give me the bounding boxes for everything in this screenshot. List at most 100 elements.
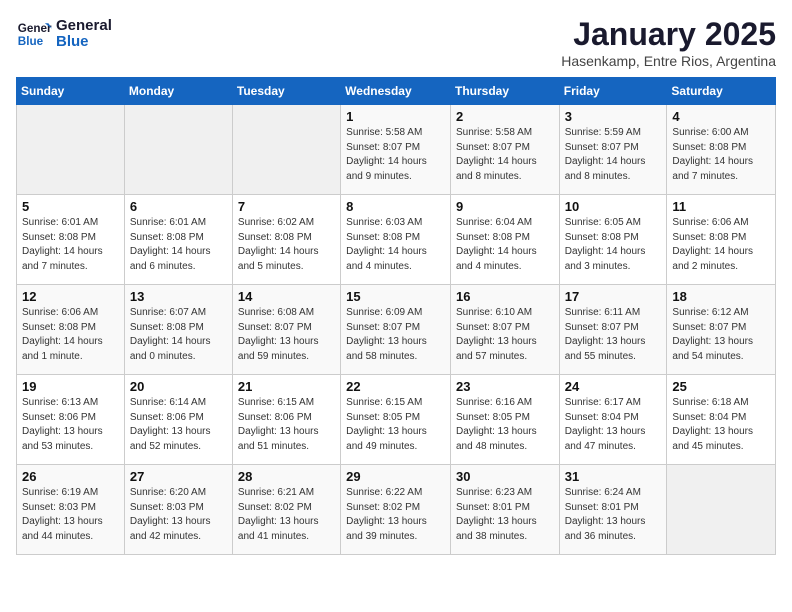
day-info: Sunrise: 6:15 AMSunset: 8:05 PMDaylight:… [346,396,445,454]
day-number: 9 [456,199,554,214]
weekday-header-friday: Friday [559,78,667,105]
day-number: 18 [672,289,770,304]
day-number: 8 [346,199,445,214]
day-number: 3 [565,109,662,124]
weekday-header-wednesday: Wednesday [341,78,451,105]
calendar-cell: 22 Sunrise: 6:15 AMSunset: 8:05 PMDayligh… [341,375,451,465]
calendar-cell: 3 Sunrise: 5:59 AMSunset: 8:07 PMDaylight… [559,105,667,195]
day-info: Sunrise: 6:06 AMSunset: 8:08 PMDaylight:… [22,306,119,364]
day-number: 20 [130,379,227,394]
day-info: Sunrise: 5:59 AMSunset: 8:07 PMDaylight:… [565,126,662,184]
calendar-cell [17,105,125,195]
day-number: 30 [456,469,554,484]
calendar-cell: 23 Sunrise: 6:16 AMSunset: 8:05 PMDayligh… [450,375,559,465]
day-info: Sunrise: 5:58 AMSunset: 8:07 PMDaylight:… [456,126,554,184]
calendar-cell: 17Sunrise: 6:11 AMSunset: 8:07 PMDayligh… [559,285,667,375]
day-number: 1 [346,109,445,124]
day-number: 12 [22,289,119,304]
day-info: Sunrise: 6:10 AMSunset: 8:07 PMDaylight:… [456,306,554,364]
day-info: Sunrise: 6:01 AMSunset: 8:08 PMDaylight:… [130,216,227,274]
calendar-cell: 8 Sunrise: 6:03 AMSunset: 8:08 PMDaylight… [341,195,451,285]
calendar-cell: 21 Sunrise: 6:15 AMSunset: 8:06 PMDayligh… [232,375,340,465]
calendar-cell: 31Sunrise: 6:24 AMSunset: 8:01 PMDayligh… [559,465,667,555]
weekday-header-thursday: Thursday [450,78,559,105]
calendar-cell: 16 Sunrise: 6:10 AMSunset: 8:07 PMDayligh… [450,285,559,375]
day-info: Sunrise: 6:00 AMSunset: 8:08 PMDaylight:… [672,126,770,184]
day-number: 15 [346,289,445,304]
weekday-row: SundayMondayTuesdayWednesdayThursdayFrid… [17,78,776,105]
day-number: 7 [238,199,335,214]
calendar-cell: 1 Sunrise: 5:58 AMSunset: 8:07 PMDaylight… [341,105,451,195]
calendar-cell: 2 Sunrise: 5:58 AMSunset: 8:07 PMDaylight… [450,105,559,195]
day-number: 27 [130,469,227,484]
calendar-cell: 26Sunrise: 6:19 AMSunset: 8:03 PMDayligh… [17,465,125,555]
weekday-header-monday: Monday [124,78,232,105]
day-info: Sunrise: 6:03 AMSunset: 8:08 PMDaylight:… [346,216,445,274]
day-number: 4 [672,109,770,124]
day-number: 14 [238,289,335,304]
day-info: Sunrise: 6:12 AMSunset: 8:07 PMDaylight:… [672,306,770,364]
day-info: Sunrise: 6:18 AMSunset: 8:04 PMDaylight:… [672,396,770,454]
day-number: 13 [130,289,227,304]
weekday-header-sunday: Sunday [17,78,125,105]
calendar-week-4: 19 Sunrise: 6:13 AMSunset: 8:06 PMDayligh… [17,375,776,465]
logo-icon: General Blue [16,16,52,52]
calendar-cell [124,105,232,195]
calendar-cell [667,465,776,555]
calendar-cell: 25 Sunrise: 6:18 AMSunset: 8:04 PMDayligh… [667,375,776,465]
day-number: 26 [22,469,119,484]
calendar-cell: 12 Sunrise: 6:06 AMSunset: 8:08 PMDayligh… [17,285,125,375]
calendar-cell: 28Sunrise: 6:21 AMSunset: 8:02 PMDayligh… [232,465,340,555]
calendar-week-1: 1 Sunrise: 5:58 AMSunset: 8:07 PMDaylight… [17,105,776,195]
calendar-cell: 20Sunrise: 6:14 AMSunset: 8:06 PMDayligh… [124,375,232,465]
day-number: 25 [672,379,770,394]
day-info: Sunrise: 6:05 AMSunset: 8:08 PMDaylight:… [565,216,662,274]
weekday-header-tuesday: Tuesday [232,78,340,105]
calendar-cell: 19 Sunrise: 6:13 AMSunset: 8:06 PMDayligh… [17,375,125,465]
calendar-subtitle: Hasenkamp, Entre Rios, Argentina [561,53,776,69]
day-number: 6 [130,199,227,214]
day-info: Sunrise: 6:16 AMSunset: 8:05 PMDaylight:… [456,396,554,454]
calendar-week-5: 26Sunrise: 6:19 AMSunset: 8:03 PMDayligh… [17,465,776,555]
calendar-cell: 24Sunrise: 6:17 AMSunset: 8:04 PMDayligh… [559,375,667,465]
day-info: Sunrise: 6:07 AMSunset: 8:08 PMDaylight:… [130,306,227,364]
day-info: Sunrise: 6:22 AMSunset: 8:02 PMDaylight:… [346,486,445,544]
calendar-cell: 9Sunrise: 6:04 AMSunset: 8:08 PMDaylight… [450,195,559,285]
day-info: Sunrise: 5:58 AMSunset: 8:07 PMDaylight:… [346,126,445,184]
calendar-body: 1 Sunrise: 5:58 AMSunset: 8:07 PMDaylight… [17,105,776,555]
day-number: 10 [565,199,662,214]
day-info: Sunrise: 6:20 AMSunset: 8:03 PMDaylight:… [130,486,227,544]
day-number: 17 [565,289,662,304]
calendar-cell: 7Sunrise: 6:02 AMSunset: 8:08 PMDaylight… [232,195,340,285]
day-number: 21 [238,379,335,394]
day-number: 22 [346,379,445,394]
weekday-header-saturday: Saturday [667,78,776,105]
calendar-cell: 4 Sunrise: 6:00 AMSunset: 8:08 PMDaylight… [667,105,776,195]
calendar-cell: 18 Sunrise: 6:12 AMSunset: 8:07 PMDayligh… [667,285,776,375]
title-section: January 2025 Hasenkamp, Entre Rios, Arge… [561,16,776,69]
calendar-week-2: 5Sunrise: 6:01 AMSunset: 8:08 PMDaylight… [17,195,776,285]
day-number: 16 [456,289,554,304]
calendar-header: SundayMondayTuesdayWednesdayThursdayFrid… [17,78,776,105]
calendar-week-3: 12 Sunrise: 6:06 AMSunset: 8:08 PMDayligh… [17,285,776,375]
calendar-cell: 13 Sunrise: 6:07 AMSunset: 8:08 PMDayligh… [124,285,232,375]
calendar-cell: 11Sunrise: 6:06 AMSunset: 8:08 PMDayligh… [667,195,776,285]
calendar-cell: 30Sunrise: 6:23 AMSunset: 8:01 PMDayligh… [450,465,559,555]
day-info: Sunrise: 6:08 AMSunset: 8:07 PMDaylight:… [238,306,335,364]
day-number: 19 [22,379,119,394]
calendar-cell: 6 Sunrise: 6:01 AMSunset: 8:08 PMDaylight… [124,195,232,285]
calendar-cell [232,105,340,195]
calendar-cell: 14 Sunrise: 6:08 AMSunset: 8:07 PMDayligh… [232,285,340,375]
day-number: 23 [456,379,554,394]
day-info: Sunrise: 6:21 AMSunset: 8:02 PMDaylight:… [238,486,335,544]
day-info: Sunrise: 6:13 AMSunset: 8:06 PMDaylight:… [22,396,119,454]
calendar-cell: 27 Sunrise: 6:20 AMSunset: 8:03 PMDayligh… [124,465,232,555]
day-number: 29 [346,469,445,484]
day-number: 31 [565,469,662,484]
calendar-cell: 5Sunrise: 6:01 AMSunset: 8:08 PMDaylight… [17,195,125,285]
day-info: Sunrise: 6:15 AMSunset: 8:06 PMDaylight:… [238,396,335,454]
calendar-table: SundayMondayTuesdayWednesdayThursdayFrid… [16,77,776,555]
day-number: 2 [456,109,554,124]
logo-general: General [56,18,112,35]
page-header: General Blue General Blue January 2025 H… [16,16,776,69]
